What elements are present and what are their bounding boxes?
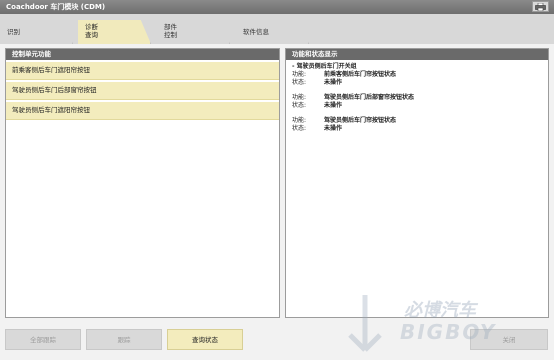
function-label: 功能:	[292, 71, 307, 78]
status-entry: 功能: 前乘客侧后车门帘按钮状态 状态: 未操作	[292, 71, 542, 87]
list-item[interactable]: 驾驶员侧后车门遮阳帘按钮	[6, 102, 279, 120]
function-value: 驾驶员侧后车门帘按钮状态	[324, 117, 397, 124]
tab-bar: 识别 诊断 查询 部件 控制 软件信息	[0, 14, 554, 44]
panel-header: 功能和状态显示	[286, 49, 548, 60]
list-item[interactable]: 前乘客侧后车门遮阳帘按钮	[6, 62, 279, 80]
status-entry: 功能: 驾驶员侧后车门后部窗帘按钮状态 状态: 未操作	[292, 94, 542, 110]
tab-label-line2: 查询	[85, 31, 98, 39]
status-label: 状态:	[292, 125, 307, 132]
tab-label-line1: 诊断	[85, 23, 98, 31]
tab-diagnostic-query[interactable]: 诊断 查询	[78, 20, 151, 44]
status-label: 状态:	[292, 79, 307, 86]
close-button[interactable]: 关闭	[470, 329, 548, 350]
function-value: 驾驶员侧后车门后部窗帘按钮状态	[324, 94, 415, 101]
tab-label-line1: 部件	[164, 23, 177, 31]
status-value: 未操作	[324, 125, 343, 132]
status-value: 未操作	[324, 102, 343, 109]
status-list: - 驾驶员侧后车门开关组 功能: 前乘客侧后车门帘按钮状态 状态: 未操作 功能: 驾…	[286, 60, 548, 143]
function-value: 前乘客侧后车门帘按钮状态	[324, 71, 397, 78]
tab-identification[interactable]: 识别	[0, 20, 73, 44]
list-item[interactable]: 驾驶员侧后车门后部窗帘按钮	[6, 82, 279, 100]
tab-software-info[interactable]: 软件信息	[236, 20, 309, 44]
function-label: 功能:	[292, 117, 307, 124]
panel-header: 控制单元功能	[6, 49, 279, 60]
function-status-panel: 功能和状态显示 - 驾驶员侧后车门开关组 功能: 前乘客侧后车门帘按钮状态 状态:…	[285, 48, 549, 318]
function-label: 功能:	[292, 94, 307, 101]
window-title: Coachdoor 车门模块 (CDM)	[6, 3, 106, 11]
control-unit-functions-panel: 控制单元功能 前乘客侧后车门遮阳帘按钮 驾驶员侧后车门后部窗帘按钮 驾驶员侧后车…	[5, 48, 280, 318]
query-status-button[interactable]: 查询状态	[167, 329, 243, 350]
tab-component-control[interactable]: 部件 控制	[157, 20, 230, 44]
printer-icon	[535, 2, 546, 11]
track-all-button[interactable]: 全部跟踪	[5, 329, 81, 350]
tab-label-line2: 控制	[164, 31, 177, 39]
status-label: 状态:	[292, 102, 307, 109]
title-bar: Coachdoor 车门模块 (CDM)	[0, 0, 554, 14]
status-value: 未操作	[324, 79, 343, 86]
section-title: - 驾驶员侧后车门开关组	[292, 63, 357, 70]
tab-label: 软件信息	[243, 28, 269, 36]
track-button[interactable]: 跟踪	[86, 329, 162, 350]
print-button[interactable]	[532, 1, 549, 12]
tab-label: 识别	[7, 28, 20, 36]
status-entry: 功能: 驾驶员侧后车门帘按钮状态 状态: 未操作	[292, 117, 542, 133]
